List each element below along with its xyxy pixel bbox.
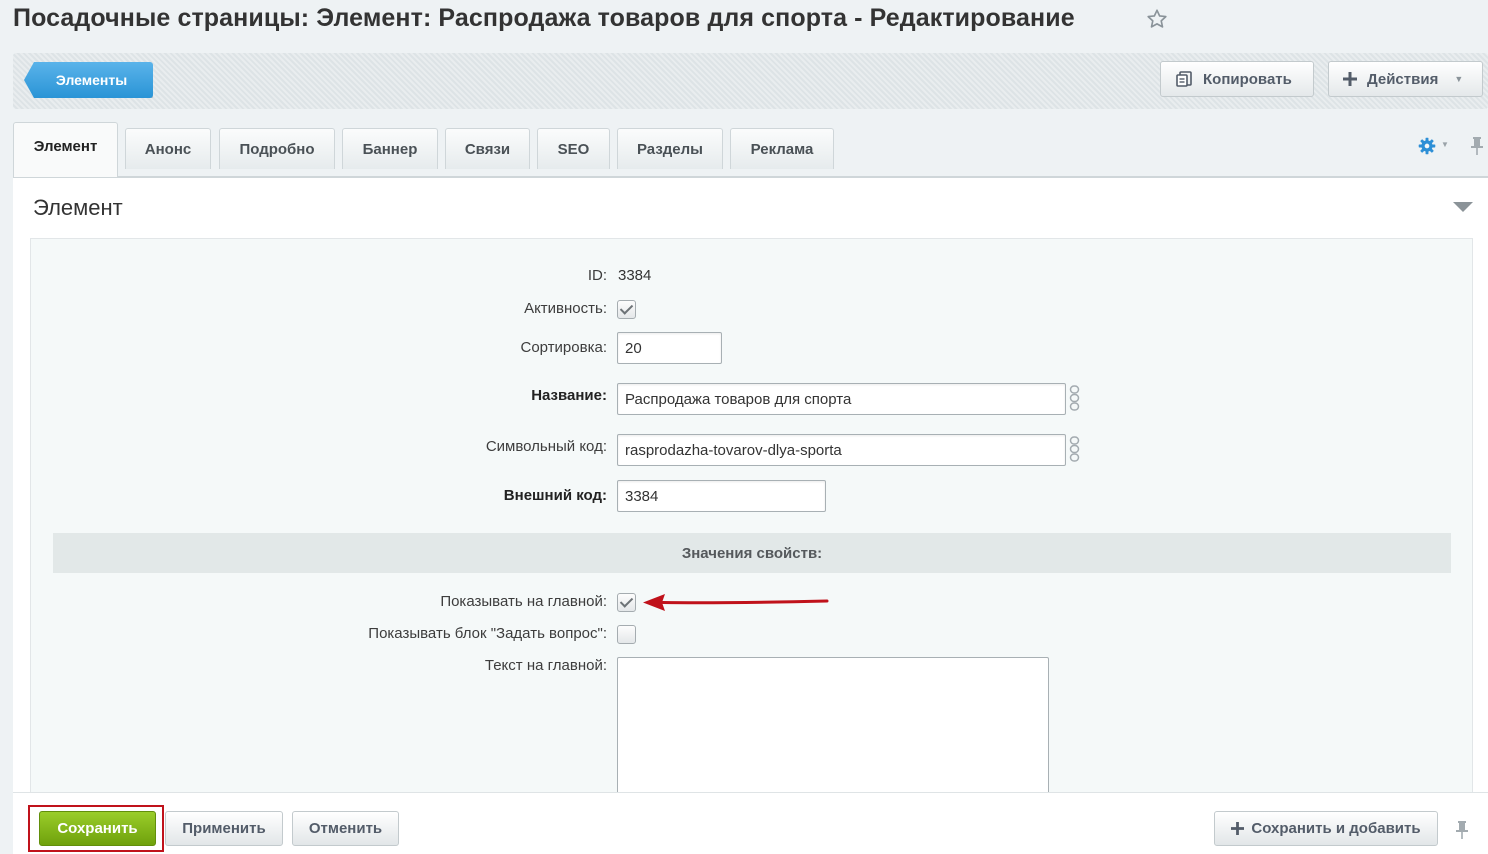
- tab-seo[interactable]: SEO: [537, 128, 610, 169]
- actions-button[interactable]: Действия ▼: [1328, 61, 1483, 97]
- tab-label: SEO: [557, 140, 590, 158]
- left-strip: [0, 50, 13, 854]
- tab-label: Разделы: [637, 140, 703, 158]
- chevron-down-icon: ▼: [1454, 74, 1464, 84]
- page-title: Посадочные страницы: Элемент: Распродажа…: [13, 4, 1075, 32]
- tab-label: Элемент: [33, 137, 98, 155]
- save-button[interactable]: Сохранить: [39, 811, 156, 846]
- tab-label: Реклама: [750, 140, 814, 158]
- save-label: Сохранить: [57, 820, 138, 837]
- copy-label: Копировать: [1203, 70, 1292, 88]
- tab-banner[interactable]: Баннер: [342, 128, 438, 169]
- xml-id-input[interactable]: [617, 480, 826, 512]
- actions-label: Действия: [1367, 70, 1439, 88]
- tab-announce[interactable]: Анонс: [125, 128, 211, 169]
- sort-label: Сортировка:: [520, 339, 608, 356]
- plus-icon: [1231, 822, 1245, 835]
- copy-icon: [1176, 71, 1192, 87]
- tab-sections[interactable]: Разделы: [617, 128, 723, 169]
- main-text-label: Текст на главной:: [484, 657, 607, 674]
- tab-advertising[interactable]: Реклама: [730, 128, 834, 169]
- section-title: Элемент: [33, 195, 123, 220]
- id-label: ID:: [587, 267, 607, 284]
- tab-details[interactable]: Подробно: [219, 128, 335, 169]
- save-and-add-label: Сохранить и добавить: [1251, 820, 1421, 837]
- code-input[interactable]: [617, 434, 1066, 466]
- link-icon[interactable]: [1068, 385, 1081, 411]
- xml-id-label: Внешний код:: [503, 487, 607, 504]
- star-icon[interactable]: [1146, 8, 1168, 30]
- cancel-label: Отменить: [308, 820, 383, 837]
- link-icon[interactable]: [1068, 436, 1081, 462]
- plus-icon: [1343, 72, 1357, 86]
- gear-chevron-icon[interactable]: ▼: [1441, 140, 1449, 149]
- tab-element[interactable]: Элемент: [13, 122, 118, 177]
- copy-button[interactable]: Копировать: [1160, 61, 1314, 97]
- tab-label: Связи: [464, 140, 511, 158]
- sort-input[interactable]: [617, 332, 722, 364]
- show-main-checkbox[interactable]: [617, 593, 636, 612]
- properties-header-label: Значения свойств:: [681, 544, 823, 562]
- pin-icon[interactable]: [1455, 820, 1469, 840]
- pin-icon[interactable]: [1470, 136, 1484, 156]
- tab-links[interactable]: Связи: [445, 128, 530, 169]
- properties-header: Значения свойств:: [53, 533, 1451, 573]
- apply-button[interactable]: Применить: [165, 811, 283, 846]
- annotation-arrow-icon: [643, 594, 829, 611]
- apply-label: Применить: [182, 820, 266, 837]
- gear-icon[interactable]: [1418, 137, 1436, 155]
- tab-label: Анонс: [144, 140, 192, 158]
- save-and-add-button[interactable]: Сохранить и добавить: [1214, 811, 1438, 846]
- active-checkbox[interactable]: [617, 300, 636, 319]
- active-label: Активность:: [524, 300, 607, 317]
- cancel-button[interactable]: Отменить: [292, 811, 399, 846]
- show-main-label: Показывать на главной:: [440, 593, 607, 610]
- show-question-label: Показывать блок "Задать вопрос":: [368, 625, 607, 642]
- elements-back-label: Элементы: [55, 72, 128, 88]
- show-question-checkbox[interactable]: [617, 625, 636, 644]
- tab-label: Подробно: [239, 140, 315, 158]
- id-value: 3384: [618, 267, 652, 284]
- tab-label: Баннер: [362, 140, 418, 158]
- name-input[interactable]: [617, 383, 1066, 415]
- main-text-textarea[interactable]: [617, 657, 1049, 797]
- collapse-icon[interactable]: [1453, 202, 1473, 214]
- name-label: Название:: [531, 387, 607, 404]
- elements-back-button[interactable]: Элементы: [24, 62, 153, 98]
- code-label: Символьный код:: [485, 438, 607, 455]
